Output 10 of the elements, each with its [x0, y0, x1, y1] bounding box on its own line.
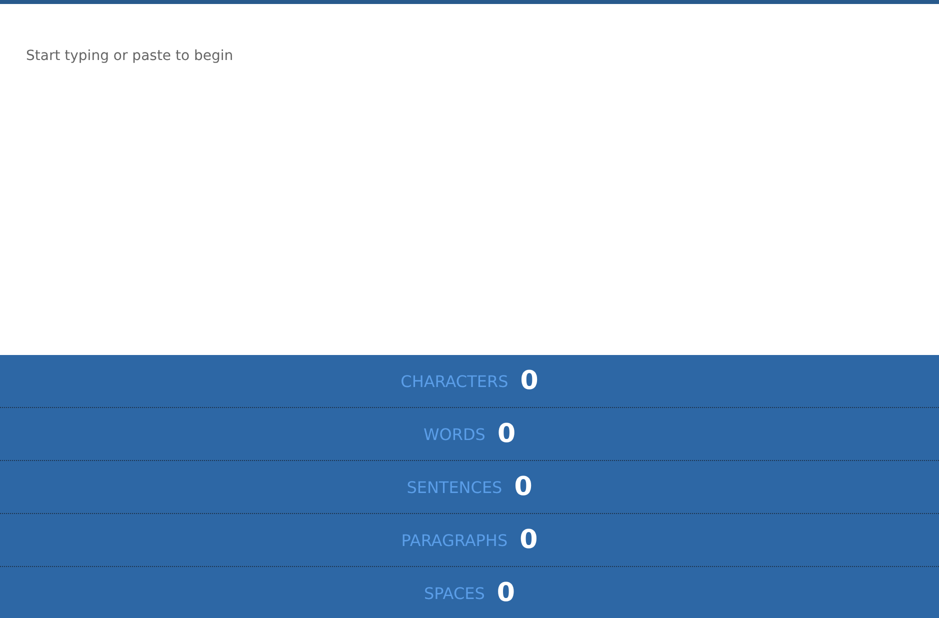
stat-label: SENTENCES — [406, 478, 502, 496]
stat-label: SPACES — [424, 584, 485, 602]
stat-value: 0 — [514, 472, 532, 502]
stat-value: 0 — [497, 419, 516, 449]
stat-label: WORDS — [423, 424, 486, 444]
stat-value: 0 — [496, 578, 515, 608]
stat-label: CHARACTERS — [400, 372, 508, 390]
stat-value: 0 — [520, 366, 538, 396]
stat-label: PARAGRAPHS — [401, 530, 508, 550]
stat-value: 0 — [520, 525, 538, 555]
